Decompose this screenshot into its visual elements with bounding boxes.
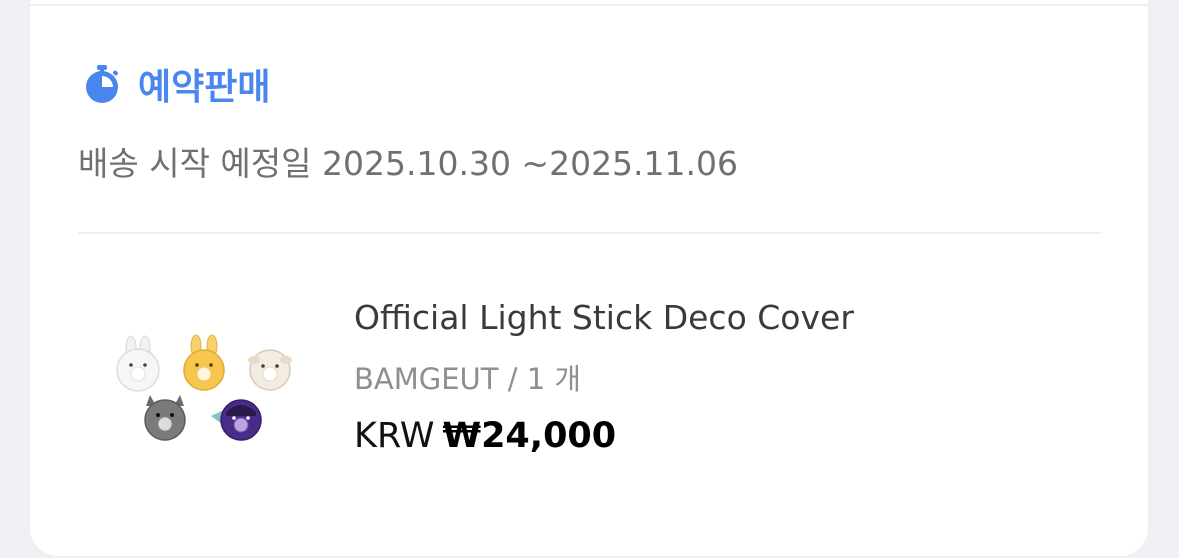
product-thumbnail[interactable] bbox=[108, 288, 318, 508]
order-item-card: 예약판매 배송 시작 예정일 2025.10.30 ~2025.11.06 Of… bbox=[30, 0, 1148, 556]
product-price: KRW ₩24,000 bbox=[354, 416, 616, 456]
preorder-label: 예약판매 bbox=[138, 67, 271, 108]
product-name[interactable]: Official Light Stick Deco Cover bbox=[354, 298, 854, 337]
product-option: BAMGEUT / 1 개 bbox=[354, 362, 582, 396]
grey-cat-charm bbox=[144, 395, 186, 441]
preorder-badge: 예약판매 bbox=[80, 58, 270, 110]
timer-icon bbox=[86, 65, 119, 103]
shipping-start-date: 배송 시작 예정일 2025.10.30 ~2025.11.06 bbox=[78, 144, 739, 183]
price-currency: KRW bbox=[354, 416, 435, 456]
price-amount: ₩24,000 bbox=[442, 416, 617, 456]
section-divider bbox=[78, 232, 1101, 234]
top-divider bbox=[30, 4, 1148, 6]
